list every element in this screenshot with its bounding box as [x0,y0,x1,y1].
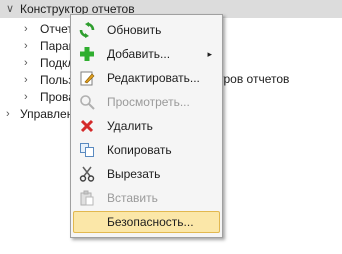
menu-item-refresh[interactable]: Обновить [73,19,220,41]
menu-item-label: Просмотреть... [107,95,190,109]
copy-icon [80,143,94,157]
context-menu: Обновить Добавить... ▸ Редактировать... … [70,14,223,238]
chevron-right-icon[interactable]: › [6,105,10,123]
chevron-right-icon[interactable]: › [24,37,28,55]
menu-item-delete[interactable]: Удалить [73,115,220,137]
menu-item-cut[interactable]: Вырезать [73,163,220,185]
menu-item-edit[interactable]: Редактировать... [73,67,220,89]
menu-item-label: Вставить [107,191,158,205]
edit-icon [80,71,95,86]
menu-item-security[interactable]: Безопасность... [73,211,220,233]
view-icon [80,95,95,110]
menu-item-label: Безопасность... [107,215,194,229]
tree-item-label: Управлен [20,107,74,121]
paste-icon [80,190,94,206]
menu-item-label: Обновить [107,23,162,37]
chevron-right-icon[interactable]: › [24,71,28,89]
menu-item-view: Просмотреть... [73,91,220,113]
menu-item-label: Удалить [107,119,153,133]
add-icon [80,47,94,61]
menu-item-label: Копировать [107,143,172,157]
tree-item-label-tail: тров отчетов [218,72,290,86]
chevron-right-icon[interactable]: › [24,20,28,38]
cut-icon [79,166,95,182]
chevron-right-icon[interactable]: › [24,54,28,72]
refresh-icon [79,22,95,38]
menu-item-label: Вырезать [107,167,161,181]
chevron-down-icon[interactable]: ∨ [6,0,14,18]
tree-item-label: Отчет [40,22,73,36]
menu-item-copy[interactable]: Копировать [73,139,220,161]
menu-item-label: Добавить... [107,47,171,61]
tree-item-label: Польз [40,73,74,87]
menu-item-label: Редактировать... [107,71,200,85]
delete-icon [80,119,94,133]
submenu-arrow-icon: ▸ [207,49,212,59]
chevron-right-icon[interactable]: › [24,88,28,106]
menu-item-paste: Вставить [73,187,220,209]
menu-item-add[interactable]: Добавить... ▸ [73,43,220,65]
